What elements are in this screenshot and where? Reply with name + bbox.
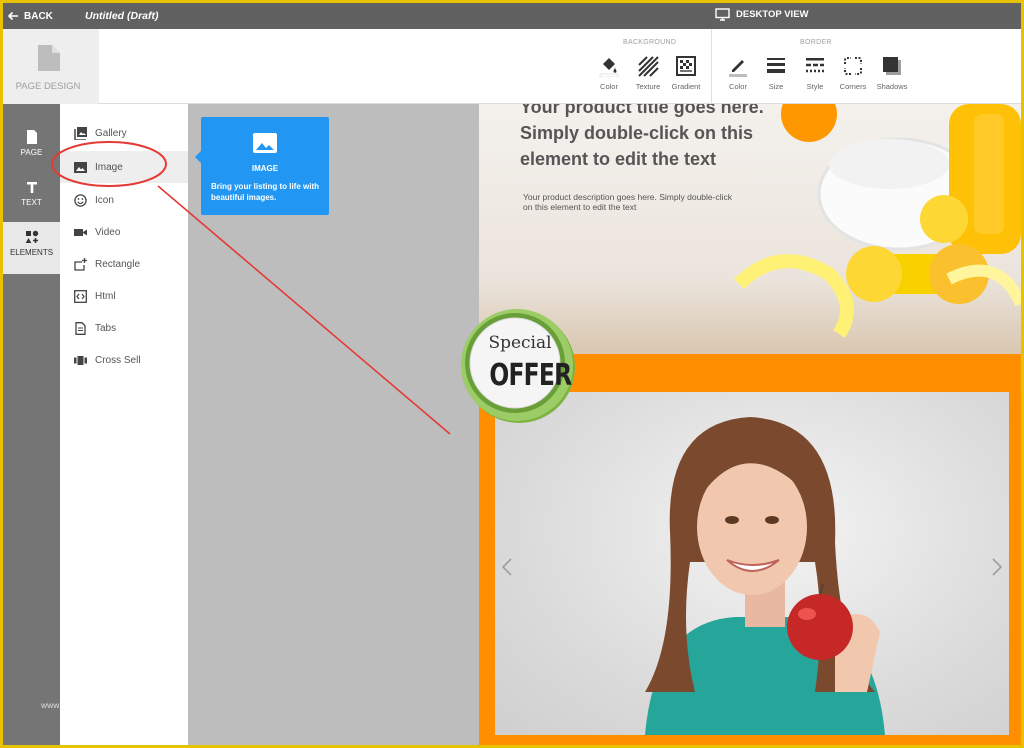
panel-item-icon[interactable]: Icon [60, 185, 188, 215]
rail-item-elements-label: ELEMENTS [9, 248, 54, 257]
desktop-view-label: DESKTOP VIEW [736, 9, 809, 20]
background-group-label: BACKGROUND [623, 39, 677, 46]
panel-item-cross-sell-label: Cross Sell [95, 354, 141, 366]
badge-line-2: OFFER [489, 358, 572, 393]
border-corners-tool[interactable]: Corners [833, 55, 873, 91]
left-rail: PAGE TEXT ELEMENTS [3, 104, 60, 745]
hero-heading[interactable]: Your product title goes here. Simply dou… [520, 104, 790, 172]
pencil-icon [729, 60, 747, 77]
background-color-tool[interactable]: Color [589, 55, 629, 91]
page-design-tab[interactable]: PAGE DESIGN [3, 29, 99, 104]
gallery-icon [74, 126, 87, 140]
border-size-tool[interactable]: Size [756, 55, 796, 91]
border-style-tool[interactable]: Style [795, 55, 835, 91]
image-icon [74, 161, 87, 173]
border-style-label: Style [806, 82, 824, 91]
background-gradient-tool[interactable]: Gradient [666, 55, 706, 91]
text-icon [26, 182, 37, 193]
panel-item-cross-sell[interactable]: Cross Sell [60, 345, 188, 375]
panel-item-tabs-label: Tabs [95, 322, 117, 334]
border-shadows-label: Shadows [876, 82, 908, 91]
panel-item-gallery[interactable]: Gallery [60, 118, 188, 148]
image-element-tooltip: IMAGE Bring your listing to life with be… [195, 117, 329, 215]
panel-item-video[interactable]: Video [60, 217, 188, 247]
panel-item-gallery-label: Gallery [95, 127, 127, 139]
special-offer-badge[interactable]: Special OFFER [457, 305, 577, 425]
panel-item-rectangle[interactable]: Rectangle [60, 249, 188, 279]
elements-panel: Gallery Image Icon Video Rectangle Html … [60, 104, 188, 745]
line-style-icon [806, 58, 824, 73]
panel-item-image[interactable]: Image [60, 151, 188, 183]
shadow-icon [883, 57, 901, 75]
border-group-label: BORDER [800, 39, 832, 46]
back-button[interactable]: BACK [7, 7, 53, 25]
shapes-icon [25, 230, 38, 243]
panel-item-video-label: Video [95, 226, 121, 238]
panel-item-html[interactable]: Html [60, 281, 188, 311]
panel-item-tabs[interactable]: Tabs [60, 313, 188, 343]
background-texture-label: Texture [635, 82, 661, 91]
rail-item-page[interactable]: PAGE [3, 130, 60, 180]
cross-sell-icon [74, 355, 87, 365]
code-icon [74, 289, 87, 303]
document-title[interactable]: Untitled (Draft) [85, 10, 159, 22]
panel-item-html-label: Html [95, 290, 116, 302]
gradient-icon [676, 56, 696, 76]
corners-icon [844, 57, 862, 75]
toolbar-divider [711, 29, 712, 104]
background-color-label: Color [600, 82, 618, 91]
border-corners-label: Corners [839, 82, 867, 91]
texture-icon [638, 56, 659, 77]
background-gradient-label: Gradient [671, 82, 701, 91]
background-texture-tool[interactable]: Texture [628, 55, 668, 91]
paint-bucket-icon [599, 58, 619, 77]
tooltip-description: Bring your listing to life with beautifu… [211, 182, 319, 202]
rectangle-add-icon [74, 257, 87, 271]
rail-item-elements[interactable]: ELEMENTS [3, 222, 60, 274]
rail-item-page-label: PAGE [20, 148, 43, 157]
panel-item-icon-label: Icon [95, 194, 114, 206]
badge-line-1: Special [488, 333, 552, 353]
watermark: www.heritagechristiancollege.com [41, 700, 170, 710]
design-toolbar: PAGE DESIGN BACKGROUND BORDER Color Text… [3, 29, 1021, 104]
tooltip-title: IMAGE [251, 164, 279, 173]
border-size-label: Size [768, 82, 784, 91]
top-bar: BACK Untitled (Draft) DESKTOP VIEW [3, 3, 1021, 29]
back-label: BACK [24, 10, 53, 22]
border-color-label: Color [729, 82, 747, 91]
app-frame: BACK Untitled (Draft) DESKTOP VIEW PAGE … [3, 3, 1021, 745]
page-design-label: PAGE DESIGN [15, 81, 81, 92]
monitor-icon [715, 8, 730, 21]
tabs-icon [75, 321, 86, 335]
video-camera-icon [74, 228, 87, 236]
woman-with-apple-photo [645, 417, 885, 735]
panel-item-rectangle-label: Rectangle [95, 258, 141, 270]
desktop-view-toggle[interactable]: DESKTOP VIEW [715, 8, 809, 21]
smiley-icon [74, 193, 87, 207]
line-weight-icon [767, 58, 785, 73]
chevron-right-icon[interactable] [990, 557, 1004, 577]
hero-description[interactable]: Your product description goes here. Simp… [523, 192, 733, 212]
document-icon [38, 45, 60, 71]
arrow-left-icon [7, 11, 18, 21]
border-color-tool[interactable]: Color [718, 55, 758, 91]
border-shadows-tool[interactable]: Shadows [872, 55, 912, 91]
image-icon [253, 133, 277, 153]
rail-item-text-label: TEXT [21, 198, 42, 207]
promo-image-slider[interactable] [495, 392, 1009, 735]
chevron-left-icon[interactable] [500, 557, 514, 577]
page-icon [26, 130, 37, 144]
panel-item-image-label: Image [95, 161, 123, 173]
